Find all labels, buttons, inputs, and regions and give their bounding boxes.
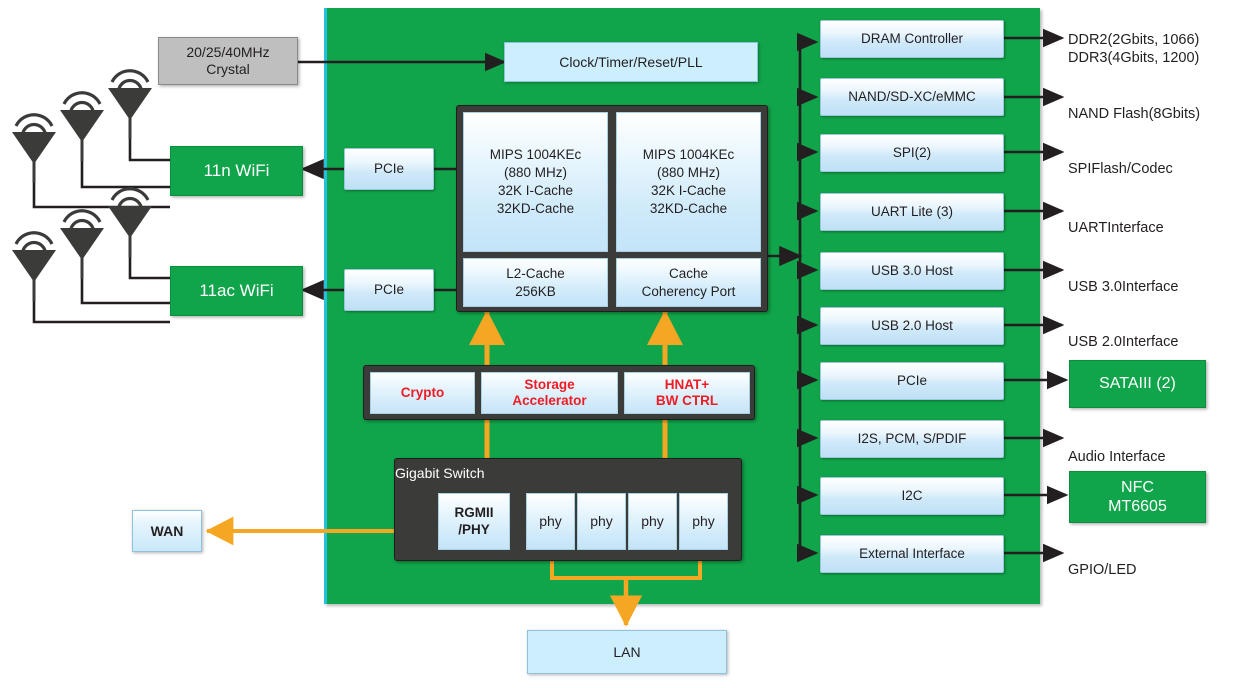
- l2-cache-block: L2-Cache 256KB: [463, 258, 608, 307]
- external-uart-interface-label: UARTInterface: [1068, 201, 1240, 237]
- spiflash-text: SPIFlash/Codec: [1068, 161, 1173, 178]
- external-usb20-interface-label: USB 2.0Interface: [1068, 315, 1240, 351]
- ddr-text: DDR2(2Gbits, 1066) DDR3(4Gbits, 1200): [1068, 32, 1200, 67]
- usb30-text: USB 3.0Interface: [1068, 279, 1179, 296]
- peripheral-usb30-host: USB 3.0 Host: [820, 252, 1004, 290]
- peripheral-6-label: PCIe: [896, 373, 927, 389]
- storage-acc-line-1: Accelerator: [512, 393, 587, 408]
- wan-block: WAN: [132, 510, 202, 552]
- sataiii-text: SATAIII (2): [1099, 375, 1176, 393]
- external-gpio-led-label: GPIO/LED: [1068, 543, 1240, 579]
- wan-label: WAN: [150, 522, 184, 539]
- peripheral-2-label: SPI(2): [892, 145, 932, 161]
- antenna-array: [12, 69, 152, 301]
- crypto-label: Crypto: [400, 384, 445, 400]
- storage-accelerator-block: Storage Accelerator: [481, 372, 618, 414]
- hnat-line-1: BW CTRL: [655, 393, 719, 408]
- l2-cache-line-0: L2-Cache: [506, 265, 565, 281]
- peripheral-dram-controller: DRAM Controller: [820, 20, 1004, 58]
- l2-cache-line-1: 256KB: [515, 283, 556, 299]
- peripheral-8-label: I2C: [901, 488, 923, 504]
- rgmii-line-1: /PHY: [458, 521, 490, 537]
- crystal-block: 20/25/40MHz Crystal: [158, 37, 298, 85]
- cpu-core-0: MIPS 1004KEc (880 MHz) 32K I-Cache 32KD-…: [463, 112, 608, 252]
- lan-label: LAN: [613, 643, 641, 660]
- usb20-text: USB 2.0Interface: [1068, 334, 1179, 351]
- ccp-line-0: Cache: [668, 265, 709, 281]
- rgmii-line-0: RGMII: [454, 505, 494, 521]
- phy-1: phy: [577, 493, 626, 550]
- peripheral-5-label: USB 2.0 Host: [871, 318, 953, 334]
- external-nand-flash-label: NAND Flash(8Gbits): [1068, 87, 1240, 123]
- audio-text: Audio Interface: [1068, 449, 1166, 466]
- external-nfc-block: NFC MT6605: [1069, 471, 1206, 523]
- cpu-core-0-line-3: 32KD-Cache: [496, 200, 575, 216]
- cpu-core-1-line-2: 32K I-Cache: [650, 183, 727, 198]
- clock-block-label: Clock/Timer/Reset/PLL: [559, 53, 703, 70]
- external-spiflash-codec-label: SPIFlash/Codec: [1068, 142, 1240, 178]
- hnat-bw-ctrl-block: HNAT+ BW CTRL: [624, 372, 750, 414]
- wifi-11n-label: 11n WiFi: [203, 160, 270, 180]
- peripheral-nand-sdxc-emmc: NAND/SD-XC/eMMC: [820, 78, 1004, 116]
- crypto-block: Crypto: [370, 372, 475, 414]
- wifi-11ac-label: 11ac WiFi: [199, 280, 274, 300]
- cpu-core-1-line-3: 32KD-Cache: [649, 200, 728, 216]
- peripheral-0-label: DRAM Controller: [860, 31, 964, 47]
- cpu-core-0-line-0: MIPS 1004KEc: [489, 147, 582, 163]
- wifi-11n-block: 11n WiFi: [170, 146, 303, 196]
- phy-1-label: phy: [590, 513, 613, 530]
- cache-coherency-port-block: Cache Coherency Port: [616, 258, 761, 307]
- cpu-core-0-line-2: 32K I-Cache: [497, 183, 574, 198]
- nand-flash-text: NAND Flash(8Gbits): [1068, 106, 1201, 123]
- peripheral-i2c: I2C: [820, 477, 1004, 515]
- uart-text: UARTInterface: [1068, 220, 1164, 237]
- phy-3: phy: [679, 493, 728, 550]
- soc-block-diagram: 20/25/40MHz Crystal 11n WiFi 11ac WiFi W…: [0, 0, 1240, 688]
- external-audio-interface-label: Audio Interface: [1068, 430, 1240, 466]
- wifi-11ac-block: 11ac WiFi: [170, 266, 303, 316]
- peripheral-7-label: I2S, PCM, S/PDIF: [857, 431, 967, 447]
- phy-2-label: phy: [641, 513, 664, 530]
- peripheral-usb20-host: USB 2.0 Host: [820, 307, 1004, 345]
- peripheral-i2s-pcm-spdif: I2S, PCM, S/PDIF: [820, 420, 1004, 458]
- external-ddr-label: DDR2(2Gbits, 1066) DDR3(4Gbits, 1200): [1068, 13, 1240, 67]
- external-sataiii-block: SATAIII (2): [1069, 360, 1206, 408]
- peripheral-4-label: USB 3.0 Host: [871, 263, 953, 279]
- pcie-bridge-1: PCIe: [344, 148, 434, 190]
- phy-0: phy: [526, 493, 575, 550]
- cpu-core-1: MIPS 1004KEc (880 MHz) 32K I-Cache 32KD-…: [616, 112, 761, 252]
- gpio-led-text: GPIO/LED: [1068, 562, 1137, 579]
- cpu-complex-container: MIPS 1004KEc (880 MHz) 32K I-Cache 32KD-…: [456, 105, 768, 312]
- rgmii-phy-block: RGMII /PHY: [438, 493, 510, 550]
- peripheral-external-interface: External Interface: [820, 535, 1004, 573]
- accelerator-container: Crypto Storage Accelerator HNAT+ BW CTRL: [363, 365, 755, 420]
- peripheral-3-label: UART Lite (3): [870, 204, 954, 220]
- clock-timer-reset-pll-block: Clock/Timer/Reset/PLL: [504, 42, 758, 82]
- pcie-bridge-2-label: PCIe: [373, 282, 404, 298]
- gigabit-switch-container: Gigabit Switch RGMII /PHY phy phy phy ph…: [394, 458, 742, 561]
- gigabit-switch-title: Gigabit Switch: [395, 465, 485, 481]
- lan-block: LAN: [527, 630, 727, 674]
- peripheral-1-label: NAND/SD-XC/eMMC: [848, 89, 976, 105]
- external-usb30-interface-label: USB 3.0Interface: [1068, 260, 1240, 296]
- phy-2: phy: [628, 493, 677, 550]
- crystal-label: 20/25/40MHz Crystal: [186, 43, 270, 78]
- cpu-core-0-line-1: (880 MHz): [503, 165, 567, 181]
- peripheral-uart-lite: UART Lite (3): [820, 193, 1004, 231]
- phy-0-label: phy: [539, 513, 562, 530]
- peripheral-pcie: PCIe: [820, 362, 1004, 400]
- cpu-core-1-line-1: (880 MHz): [656, 165, 720, 181]
- peripheral-spi: SPI(2): [820, 134, 1004, 172]
- cpu-core-1-line-0: MIPS 1004KEc: [642, 147, 735, 163]
- pcie-bridge-1-label: PCIe: [373, 161, 404, 177]
- storage-acc-line-0: Storage: [524, 376, 575, 392]
- hnat-line-0: HNAT+: [664, 376, 710, 392]
- ccp-line-1: Coherency Port: [641, 283, 736, 299]
- nfc-text: NFC MT6605: [1108, 478, 1167, 515]
- peripheral-9-label: External Interface: [859, 546, 965, 562]
- phy-3-label: phy: [692, 513, 715, 530]
- pcie-bridge-2: PCIe: [344, 269, 434, 311]
